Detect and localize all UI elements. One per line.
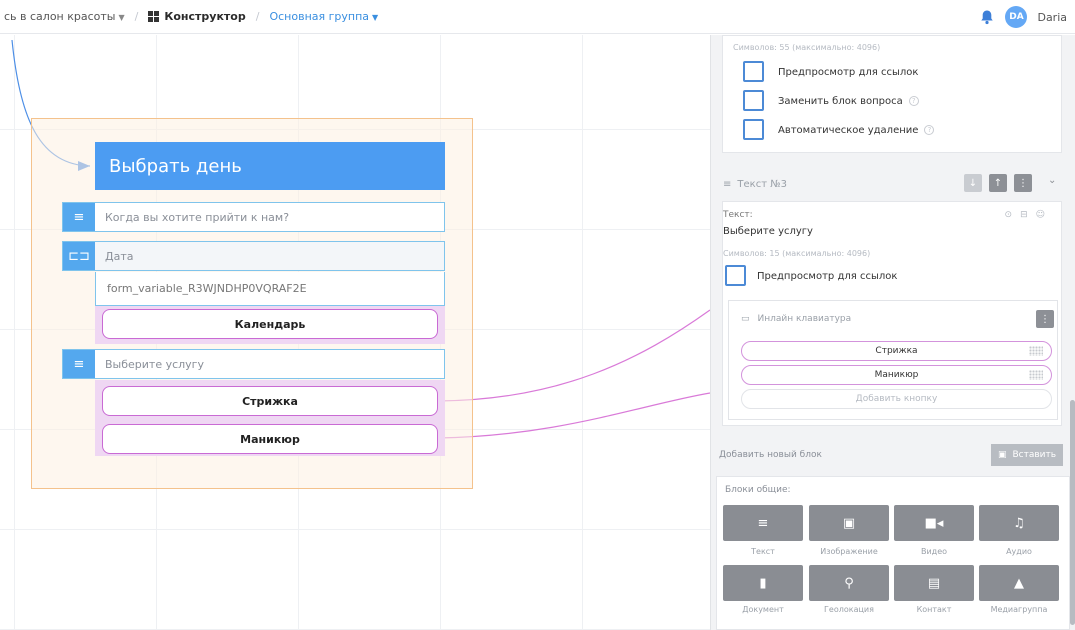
date-block-row[interactable]: ⊏⊐ Дата	[62, 241, 445, 271]
keyboard-button-manikyur[interactable]: Маникюр	[741, 365, 1052, 385]
text-icon: ≡	[63, 203, 95, 231]
block-tile-image[interactable]: ▣	[809, 505, 889, 541]
block-label-mediagroup: Медиагруппа	[990, 605, 1048, 614]
service-button-manikyur[interactable]: Маникюр	[102, 424, 438, 454]
checkbox-preview-links-label: Предпросмотр для ссылок	[778, 67, 919, 78]
question-text: Когда вы хотите прийти к нам?	[105, 210, 290, 224]
keyboard-button-strizhka[interactable]: Стрижка	[741, 341, 1052, 361]
block-tile-mediagroup[interactable]: ▲	[979, 565, 1059, 601]
blocks-general-label: Блоки общие:	[725, 485, 791, 495]
checkbox-preview-links-2[interactable]	[725, 265, 746, 286]
user-name[interactable]: Daria	[1037, 11, 1067, 24]
service-text-row[interactable]: ≡ Выберите услугу	[62, 349, 445, 379]
move-down-icon[interactable]: ↓	[964, 174, 982, 192]
variable-icon[interactable]: ⊙	[1005, 210, 1021, 220]
editor-tools: ⊙⊟☺	[1005, 210, 1053, 220]
previous-block-card: Символов: 55 (максимально: 4096) Предпро…	[722, 35, 1062, 153]
checkbox-preview-links[interactable]	[743, 61, 764, 82]
form-variable: form_variable_R3WJNDHP0VQRAF2E	[95, 272, 445, 306]
checkbox-auto-delete-label: Автоматическое удаление	[778, 125, 919, 136]
panel-scrollbar[interactable]	[1070, 400, 1075, 625]
checkbox-preview-links-2-label: Предпросмотр для ссылок	[757, 271, 898, 282]
checkbox-auto-delete[interactable]	[743, 119, 764, 140]
block-label-contact: Контакт	[916, 605, 952, 614]
chevron-down-icon[interactable]: ⌄	[1048, 175, 1056, 186]
calendar-button[interactable]: Календарь	[102, 309, 438, 339]
block-label-geolocation: Геолокация	[824, 605, 874, 614]
char-count: Символов: 15 (максимально: 4096)	[723, 249, 871, 258]
block-tile-text[interactable]: ≡	[723, 505, 803, 541]
block-label-video: Видео	[920, 547, 948, 556]
blocks-palette: Блоки общие: ≡ Текст ▣ Изображение ■◂ Ви…	[716, 476, 1070, 630]
auto-delete-option: Автоматическое удаление?	[778, 125, 935, 136]
block-tile-document[interactable]: ▮	[723, 565, 803, 601]
drag-handle-icon[interactable]	[1029, 346, 1043, 356]
breadcrumb-project[interactable]: сь в салон красоты ▼	[4, 10, 125, 23]
checkbox-replace-question-label: Заменить блок вопроса	[778, 96, 903, 107]
more-menu-icon[interactable]: ⋮	[1014, 174, 1032, 192]
help-icon[interactable]: ?	[908, 96, 919, 106]
block-tile-video[interactable]: ■◂	[894, 505, 974, 541]
block-label-audio: Аудио	[1006, 547, 1032, 556]
block-title[interactable]: Выбрать день	[95, 142, 445, 190]
date-label: Дата	[105, 249, 134, 263]
help-icon[interactable]: ?	[924, 125, 935, 135]
top-bar: сь в салон красоты ▼ / Конструктор / Осно…	[0, 0, 1075, 34]
editor-panel: Символов: 55 (максимально: 4096) Предпро…	[710, 35, 1075, 630]
previous-char-count: Символов: 55 (максимально: 4096)	[733, 43, 881, 52]
chevron-down-icon: ▼	[118, 13, 125, 22]
breadcrumb: сь в салон красоты ▼ / Конструктор / Осно…	[0, 10, 378, 23]
service-button-strizhka[interactable]: Стрижка	[102, 386, 438, 416]
replace-question-option: Заменить блок вопроса?	[778, 96, 919, 107]
block-tile-contact[interactable]: ▤	[894, 565, 974, 601]
text-field-value[interactable]: Выберите услугу	[723, 226, 813, 237]
keyboard-icon: ▭	[741, 314, 750, 324]
avatar[interactable]: DA	[1005, 6, 1028, 28]
inline-keyboard-title: Инлайн клавиатура	[757, 314, 852, 324]
checkbox-replace-question[interactable]	[743, 90, 764, 111]
keyboard-more-icon[interactable]: ⋮	[1036, 310, 1054, 328]
text-icon: ≡	[723, 179, 732, 190]
service-text: Выберите услугу	[105, 357, 204, 371]
emoji-icon[interactable]: ☺	[1036, 210, 1053, 220]
paste-icon: ▣	[997, 450, 1007, 460]
text-field-label: Текст:	[723, 210, 753, 220]
add-keyboard-button[interactable]: Добавить кнопку	[741, 389, 1052, 409]
chevron-down-icon: ▼	[372, 13, 379, 22]
form-input-icon: ⊏⊐	[63, 242, 95, 270]
copy-icon[interactable]: ⊟	[1020, 210, 1036, 220]
text-section-header: ≡ Текст №3	[723, 179, 787, 190]
breadcrumb-separator: /	[255, 10, 260, 23]
breadcrumb-constructor[interactable]: Конструктор	[148, 10, 246, 23]
paste-button[interactable]: ▣ Вставить	[991, 444, 1063, 466]
block-tile-geolocation[interactable]: ⚲	[809, 565, 889, 601]
block-tile-audio[interactable]: ♫	[979, 505, 1059, 541]
add-block-label: Добавить новый блок	[719, 450, 822, 460]
bell-icon[interactable]	[979, 9, 995, 25]
inline-keyboard-box: ▭ Инлайн клавиатура ⋮ Стрижка Маникюр До…	[728, 300, 1058, 420]
breadcrumb-group[interactable]: Основная группа ▼	[269, 10, 378, 23]
grid-icon	[148, 11, 160, 22]
user-menu[interactable]: DA Daria	[979, 6, 1067, 28]
block-label-image: Изображение	[820, 547, 878, 556]
text-icon: ≡	[63, 350, 95, 378]
block-label-text: Текст	[751, 547, 775, 556]
drag-handle-icon[interactable]	[1029, 370, 1043, 380]
inline-keyboard-header: ▭ Инлайн клавиатура	[741, 314, 851, 324]
move-up-icon[interactable]: ↑	[989, 174, 1007, 192]
breadcrumb-separator: /	[134, 10, 139, 23]
text-block-row[interactable]: ≡ Когда вы хотите прийти к нам?	[62, 202, 445, 232]
text-section-title: Текст №3	[737, 179, 787, 190]
block-label-document: Документ	[742, 605, 784, 614]
text-block-editor: Текст: ⊙⊟☺ Выберите услугу Символов: 15 …	[722, 201, 1062, 426]
